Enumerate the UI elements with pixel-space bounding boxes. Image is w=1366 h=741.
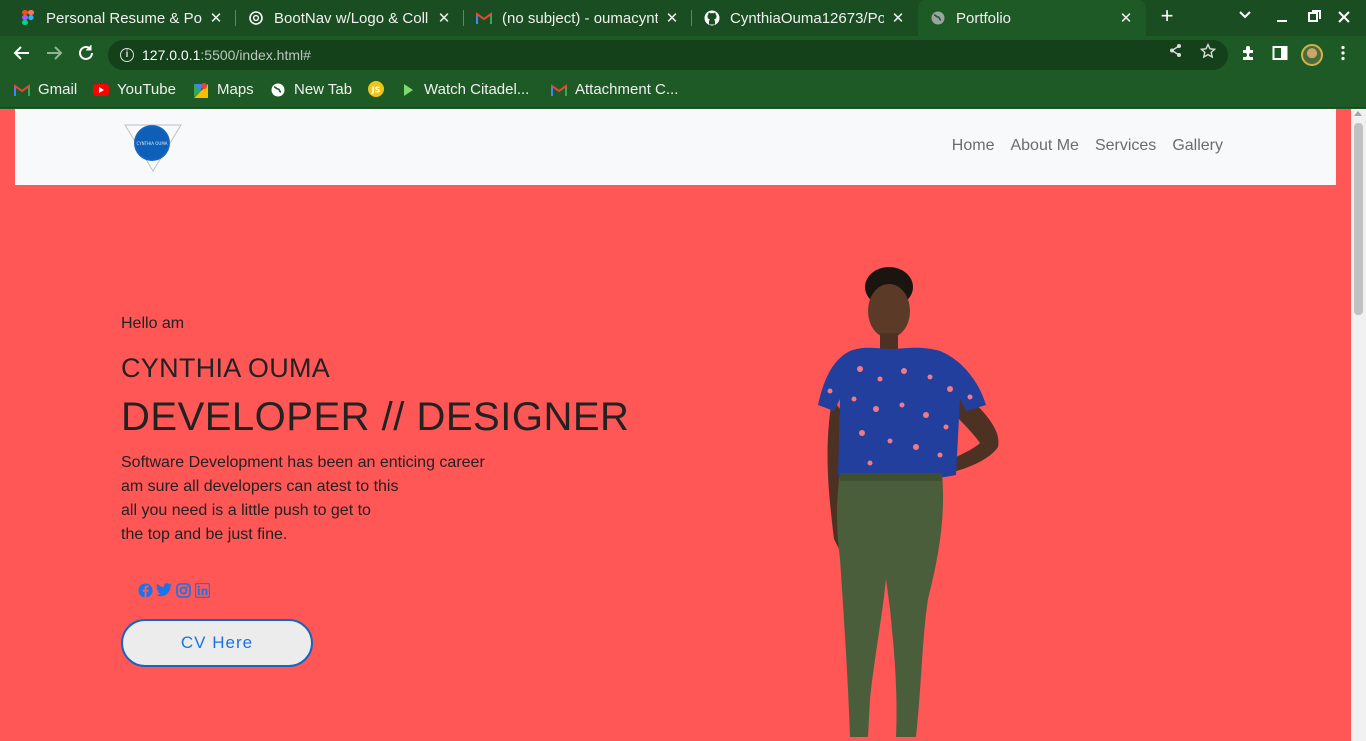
social-links <box>137 582 210 598</box>
close-tab-icon[interactable]: ✕ <box>436 9 452 27</box>
bio-line: the top and be just fine. <box>121 526 288 543</box>
bookmark-label: Maps <box>217 81 254 98</box>
side-panel-icon[interactable] <box>1272 45 1288 66</box>
tab-title: BootNav w/Logo & Coll <box>274 9 429 27</box>
bookmark-label: Watch Citadel... <box>424 81 530 98</box>
close-window-icon[interactable] <box>1338 10 1350 26</box>
address-bar[interactable]: i 127.0.0.1:5500/index.html# <box>108 40 1228 70</box>
page-scrollbar[interactable] <box>1351 109 1366 741</box>
tab-gmail[interactable]: (no subject) - oumacynth ✕ <box>464 0 692 36</box>
bio-line: Software Development has been an enticin… <box>121 454 485 471</box>
tab-search-icon[interactable] <box>1238 7 1252 23</box>
github-icon <box>704 10 720 26</box>
tab-bootnav[interactable]: BootNav w/Logo & Coll ✕ <box>236 0 464 36</box>
hero-bio: Software Development has been an enticin… <box>121 451 485 547</box>
nav-links: Home About Me Services Gallery <box>952 137 1223 155</box>
new-tab-button[interactable]: + <box>1156 5 1178 28</box>
tab-title: CynthiaOuma12673/Por <box>730 9 884 27</box>
bio-line: all you need is a little push to get to <box>121 502 371 519</box>
browser-toolbar: i 127.0.0.1:5500/index.html# <box>0 36 1366 74</box>
gmail-icon <box>551 82 567 98</box>
maps-icon <box>193 82 209 98</box>
reload-button[interactable] <box>75 44 97 66</box>
url-path: :5500/index.html# <box>200 47 311 63</box>
url-host: 127.0.0.1 <box>142 47 201 63</box>
url-text: 127.0.0.1:5500/index.html# <box>142 47 311 63</box>
bookmarks-bar: Gmail YouTube Maps New Tab JS Watch Cita… <box>0 74 1366 108</box>
globe-icon <box>270 82 286 98</box>
back-button[interactable] <box>11 44 33 66</box>
tab-portfolio[interactable]: Portfolio ✕ <box>918 0 1146 36</box>
cv-button[interactable]: CV Here <box>121 619 313 667</box>
scrollbar-thumb[interactable] <box>1354 123 1363 315</box>
bookmark-maps[interactable]: Maps <box>193 81 254 98</box>
figma-icon <box>20 10 36 26</box>
play-icon <box>400 82 416 98</box>
hero-role: DEVELOPER // DESIGNER <box>121 395 630 439</box>
site-logo[interactable]: CYNTHIA OUMA <box>123 121 183 173</box>
gmail-icon <box>14 82 30 98</box>
linkedin-icon[interactable] <box>194 582 210 598</box>
tab-github[interactable]: CynthiaOuma12673/Por ✕ <box>692 0 918 36</box>
hero-greeting: Hello am <box>121 315 185 332</box>
bookmark-label: Gmail <box>38 81 78 98</box>
nav-about-me[interactable]: About Me <box>1010 137 1078 155</box>
bio-line: am sure all developers can atest to this <box>121 478 399 495</box>
globe-icon <box>930 10 946 26</box>
tab-title: Portfolio <box>956 9 1012 27</box>
openai-icon <box>248 10 264 26</box>
facebook-icon[interactable] <box>137 582 153 598</box>
bookmark-gmail[interactable]: Gmail <box>14 81 77 98</box>
extensions-icon[interactable] <box>1240 45 1256 66</box>
profile-photo <box>810 259 1010 741</box>
nav-services[interactable]: Services <box>1095 137 1156 155</box>
hero-name: CYNTHIA OUMA <box>121 353 331 383</box>
js-icon: JS <box>368 81 384 97</box>
instagram-icon[interactable] <box>175 582 191 598</box>
scroll-up-arrow[interactable] <box>1354 111 1362 116</box>
bookmark-label: New Tab <box>294 81 353 98</box>
close-tab-icon[interactable]: ✕ <box>890 9 906 27</box>
close-tab-icon[interactable]: ✕ <box>208 9 224 27</box>
gmail-icon <box>476 10 492 26</box>
bookmark-label: Attachment C... <box>575 81 679 98</box>
bookmark-new-tab[interactable]: New Tab <box>270 81 352 98</box>
bookmark-label: YouTube <box>117 81 176 98</box>
site-info-icon[interactable]: i <box>120 48 134 62</box>
nav-gallery[interactable]: Gallery <box>1172 137 1223 155</box>
bookmark-watch-citadel[interactable]: Watch Citadel... <box>400 81 529 98</box>
logo-text: CYNTHIA OUMA <box>136 141 167 146</box>
svg-text:JS: JS <box>371 86 381 95</box>
tab-title: Personal Resume & Port <box>46 9 202 27</box>
site-navbar: CYNTHIA OUMA Home About Me Services Gall… <box>15 109 1336 185</box>
restore-icon[interactable] <box>1308 10 1321 26</box>
tab-strip: Personal Resume & Port ✕ BootNav w/Logo … <box>0 0 1366 36</box>
forward-button[interactable] <box>43 44 65 66</box>
minimize-icon[interactable] <box>1276 10 1288 26</box>
close-tab-icon[interactable]: ✕ <box>1118 9 1134 27</box>
close-tab-icon[interactable]: ✕ <box>664 9 680 27</box>
bookmark-attachment[interactable]: Attachment C... <box>551 81 678 98</box>
bookmark-star-icon[interactable] <box>1199 42 1217 63</box>
twitter-icon[interactable] <box>156 582 172 598</box>
youtube-icon <box>93 82 109 98</box>
share-icon[interactable] <box>1168 43 1183 62</box>
bookmark-js[interactable]: JS <box>368 81 392 97</box>
tab-personal-resume[interactable]: Personal Resume & Port ✕ <box>8 0 236 36</box>
tab-title: (no subject) - oumacynth <box>502 9 658 27</box>
profile-avatar[interactable] <box>1301 44 1323 66</box>
nav-home[interactable]: Home <box>952 137 995 155</box>
page-viewport: CYNTHIA OUMA Home About Me Services Gall… <box>0 109 1366 741</box>
menu-kebab-icon[interactable] <box>1340 45 1346 66</box>
bookmark-youtube[interactable]: YouTube <box>93 81 176 98</box>
